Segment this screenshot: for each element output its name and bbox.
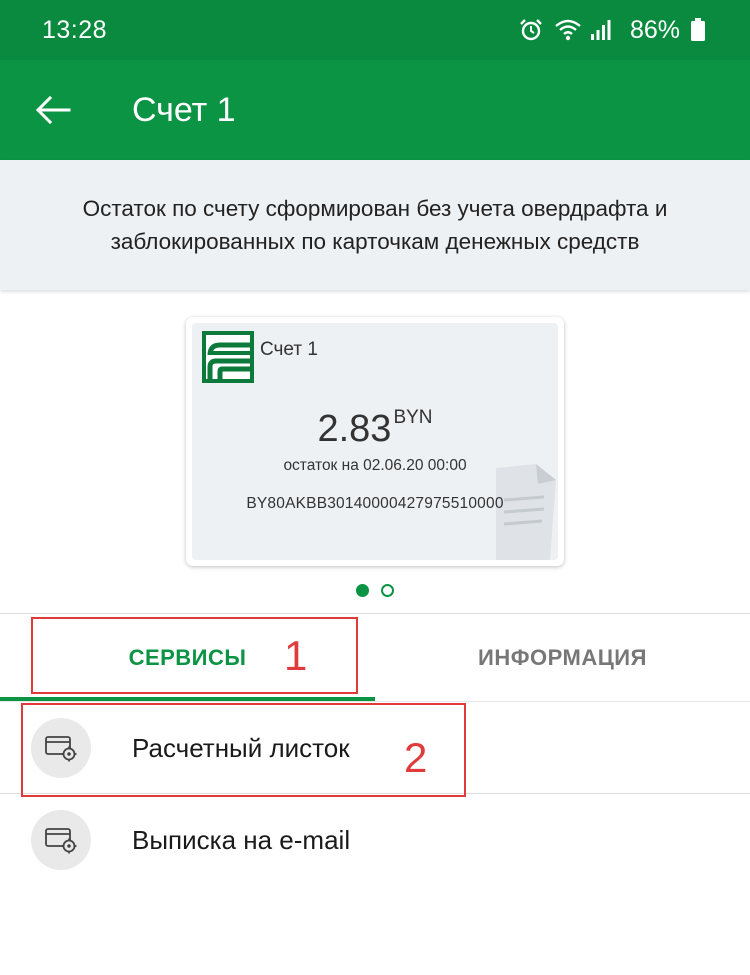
service-label: Выписка на e-mail [132, 824, 351, 855]
balance-amount: 2.83 [317, 408, 392, 450]
back-button[interactable] [22, 79, 84, 141]
status-icons: 86% [518, 16, 706, 45]
divider [0, 701, 750, 702]
arrow-left-icon [35, 95, 71, 125]
service-email-statement[interactable]: Выписка на e-mail [0, 795, 750, 885]
tab-information[interactable]: ИНФОРМАЦИЯ [375, 614, 750, 702]
alarm-icon [518, 17, 544, 43]
pager-dot-active[interactable] [356, 584, 369, 597]
account-name: Счет 1 [260, 339, 318, 360]
pager-dot[interactable] [381, 584, 394, 597]
card-settings-icon [31, 810, 91, 870]
notice-text: Остаток по счету сформирован без учета о… [82, 196, 668, 254]
account-iban: BY80AKBB30140000427975510000 [246, 495, 504, 512]
annotation-number-1: 1 [284, 632, 308, 679]
bank-logo-icon [202, 331, 254, 383]
annotation-box-2 [21, 703, 466, 797]
app-bar: Счет 1 [0, 60, 750, 160]
annotation-number-2: 2 [404, 734, 428, 781]
account-card[interactable]: Счет 1 2.83 BYN остаток на 02.06.20 00:00… [186, 317, 564, 566]
battery-icon [690, 17, 706, 43]
balance-date: остаток на 02.06.20 00:00 [283, 457, 467, 474]
battery-level: 86% [629, 15, 680, 44]
account-card-body: Счет 1 2.83 BYN остаток на 02.06.20 00:00… [192, 323, 558, 560]
wifi-icon [554, 17, 581, 43]
status-bar: 13:28 86% [0, 0, 750, 60]
signal-icon [590, 17, 616, 43]
account-balance: 2.83 BYN [192, 407, 558, 451]
card-pager [0, 584, 750, 597]
annotation-box-1 [31, 617, 358, 694]
balance-notice: Остаток по счету сформирован без учета о… [0, 160, 750, 290]
status-time: 13:28 [42, 15, 108, 44]
balance-currency: BYN [393, 407, 433, 428]
page-title: Счет 1 [132, 90, 236, 129]
